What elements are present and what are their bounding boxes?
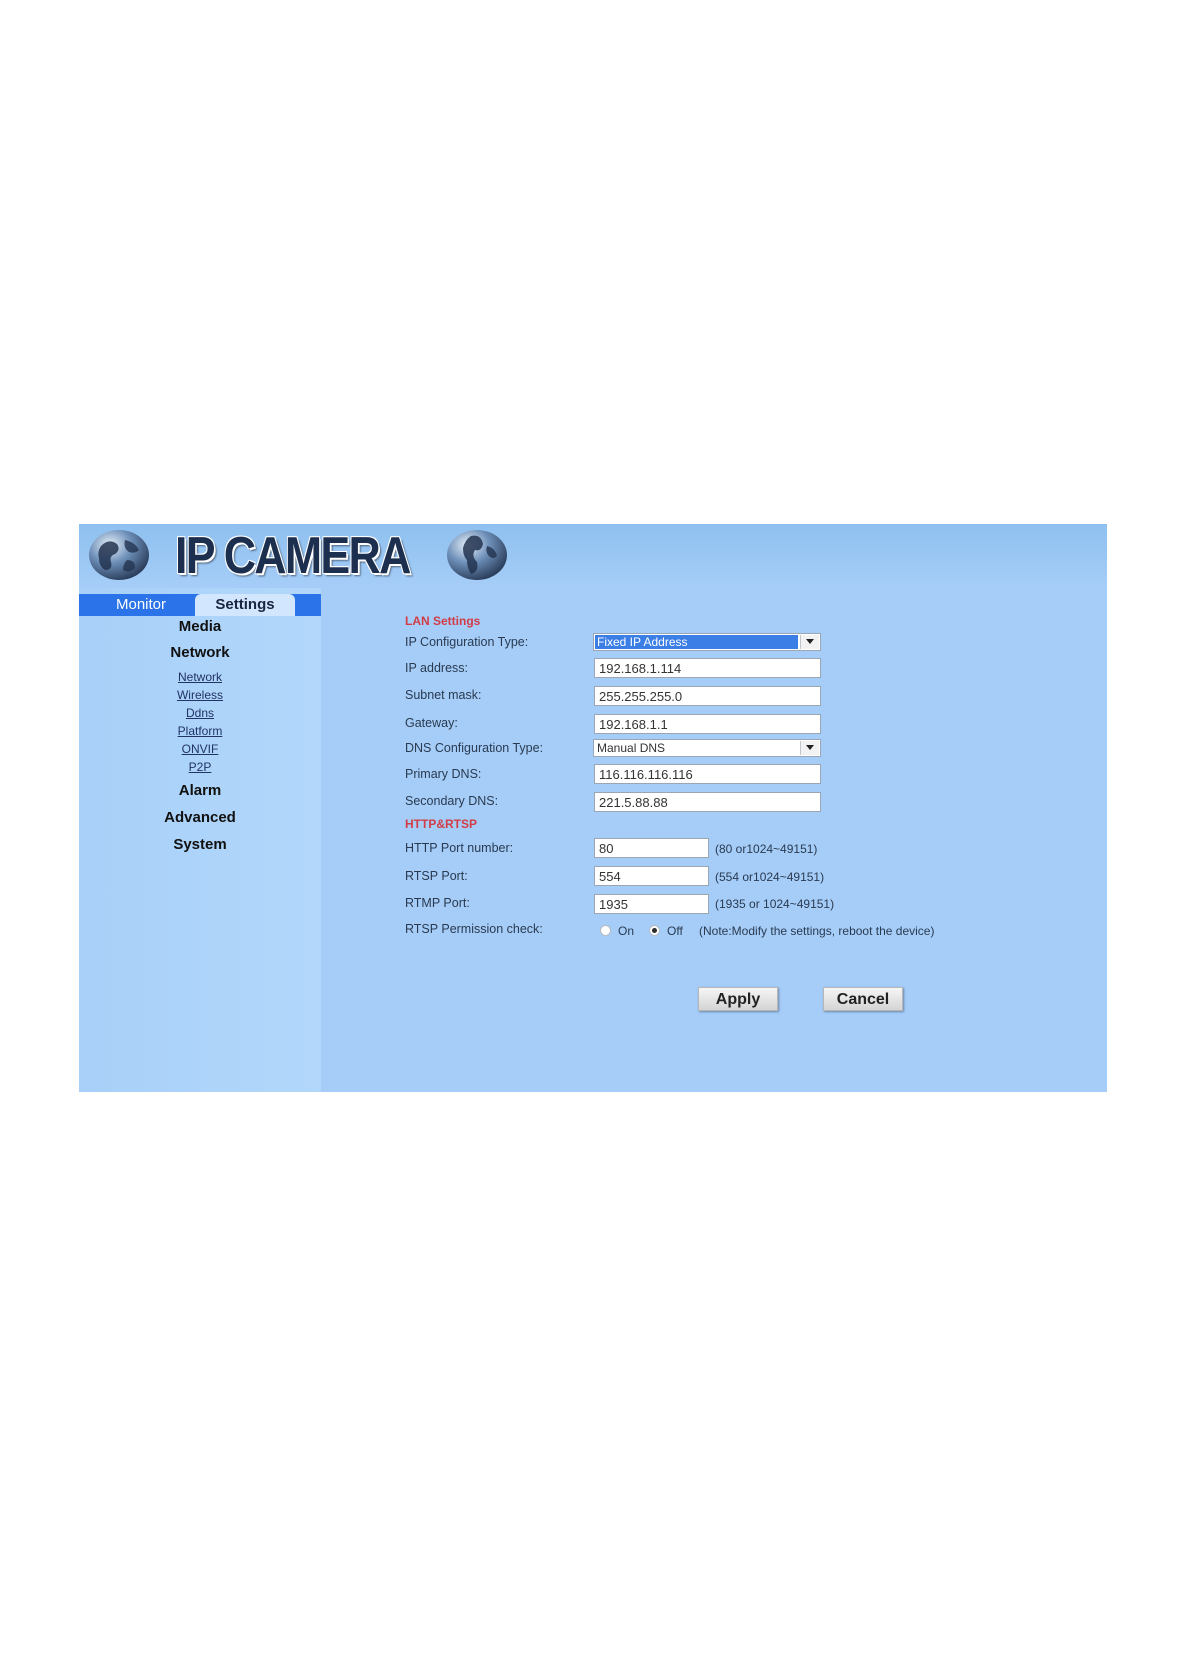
header-banner: IP CAMERA [79, 524, 1107, 588]
http-rtsp-title: HTTP&RTSP [405, 817, 477, 831]
tab-strip: Monitor Settings [79, 594, 321, 616]
dns-config-type-label: DNS Configuration Type: [405, 741, 544, 755]
globe-icon [89, 530, 149, 580]
dns-config-type-select[interactable]: Manual DNS [593, 739, 821, 757]
ip-config-type-value: Fixed IP Address [595, 635, 798, 649]
subnet-mask-label: Subnet mask: [405, 688, 482, 702]
sidebar: Monitor Settings Media Network Network W… [79, 588, 321, 1092]
rtmp-port-label: RTMP Port: [405, 896, 470, 910]
sidebar-link-wireless[interactable]: Wireless [79, 688, 321, 702]
primary-dns-input[interactable] [594, 764, 821, 784]
lan-settings-title: LAN Settings [405, 614, 481, 628]
rtsp-permission-on-label: On [618, 924, 635, 938]
sidebar-link-platform[interactable]: Platform [79, 724, 321, 738]
ip-camera-app: IP CAMERA Monitor Settings Media Network… [79, 524, 1107, 1092]
sidebar-link-ddns[interactable]: Ddns [79, 706, 321, 720]
dropdown-arrow-icon [800, 635, 819, 649]
dropdown-arrow-icon [800, 741, 819, 755]
rtsp-permission-note: (Note:Modify the settings, reboot the de… [699, 924, 935, 938]
subnet-mask-input[interactable] [594, 686, 821, 706]
primary-dns-label: Primary DNS: [405, 767, 482, 781]
sidebar-link-network[interactable]: Network [79, 670, 321, 684]
globe-icon [447, 530, 507, 580]
rtmp-port-input[interactable] [594, 894, 709, 914]
dns-config-type-value: Manual DNS [597, 741, 666, 755]
http-port-hint: (80 or1024~49151) [715, 842, 818, 856]
rtsp-permission-on-radio[interactable] [600, 925, 611, 936]
http-port-input[interactable] [594, 838, 709, 858]
rtsp-permission-off-radio[interactable] [649, 925, 660, 936]
gateway-input[interactable] [594, 714, 821, 734]
rtsp-port-hint: (554 or1024~49151) [715, 870, 825, 884]
rtmp-port-hint: (1935 or 1024~49151) [715, 897, 835, 911]
logo-text: IP CAMERA [175, 527, 411, 585]
sidebar-item-advanced[interactable]: Advanced [79, 809, 321, 826]
secondary-dns-label: Secondary DNS: [405, 794, 499, 808]
sidebar-item-network[interactable]: Network [79, 644, 321, 661]
ip-address-label: IP address: [405, 661, 469, 675]
rtsp-port-input[interactable] [594, 866, 709, 886]
sidebar-item-system[interactable]: System [79, 836, 321, 853]
http-port-label: HTTP Port number: [405, 841, 514, 855]
gateway-label: Gateway: [405, 716, 458, 730]
cancel-button[interactable]: Cancel [823, 987, 903, 1011]
tab-settings[interactable]: Settings [195, 594, 295, 616]
ip-config-type-label: IP Configuration Type: [405, 635, 529, 649]
sidebar-link-p2p[interactable]: P2P [79, 760, 321, 774]
settings-content: LAN Settings IP Configuration Type: Fixe… [321, 588, 1107, 1092]
apply-button[interactable]: Apply [698, 987, 778, 1011]
rtsp-port-label: RTSP Port: [405, 869, 468, 883]
sidebar-item-media[interactable]: Media [79, 618, 321, 635]
ip-address-input[interactable] [594, 658, 821, 678]
sidebar-item-alarm[interactable]: Alarm [79, 782, 321, 799]
secondary-dns-input[interactable] [594, 792, 821, 812]
sidebar-link-onvif[interactable]: ONVIF [79, 742, 321, 756]
rtsp-permission-off-label: Off [667, 924, 683, 938]
ip-config-type-select[interactable]: Fixed IP Address [593, 633, 821, 651]
tab-monitor[interactable]: Monitor [87, 594, 195, 616]
rtsp-permission-label: RTSP Permission check: [405, 922, 543, 936]
